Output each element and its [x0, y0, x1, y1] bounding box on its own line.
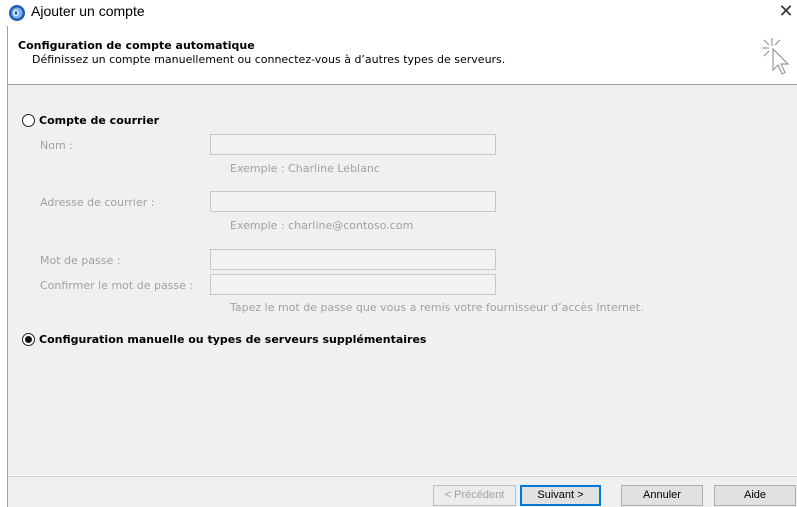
- password-hint: Tapez le mot de passe que vous a remis v…: [230, 301, 644, 314]
- email-hint: Exemple : charline@contoso.com: [230, 219, 414, 232]
- header-subtitle: Définissez un compte manuellement ou con…: [32, 53, 506, 66]
- confirm-password-input[interactable]: [210, 274, 496, 295]
- next-button[interactable]: Suivant >: [520, 485, 601, 506]
- confirm-password-label: Confirmer le mot de passe :: [40, 279, 194, 292]
- name-label: Nom :: [40, 139, 73, 152]
- email-account-radio[interactable]: [22, 114, 35, 127]
- outlook-app-icon: [9, 5, 25, 21]
- email-label: Adresse de courrier :: [40, 196, 155, 209]
- header-title: Configuration de compte automatique: [18, 39, 255, 52]
- password-label: Mot de passe :: [40, 254, 121, 267]
- name-input[interactable]: [210, 134, 496, 155]
- email-input[interactable]: [210, 191, 496, 212]
- name-hint: Exemple : Charline Leblanc: [230, 162, 380, 175]
- back-button[interactable]: < Précédent: [433, 485, 516, 506]
- manual-config-radio[interactable]: [22, 333, 35, 346]
- help-button[interactable]: Aide: [714, 485, 796, 506]
- wizard-cursor-icon: [762, 38, 790, 75]
- password-input[interactable]: [210, 249, 496, 270]
- email-account-radio-label[interactable]: Compte de courrier: [39, 114, 159, 127]
- close-button[interactable]: ✕: [776, 1, 796, 23]
- manual-config-radio-label[interactable]: Configuration manuelle ou types de serve…: [39, 333, 426, 346]
- title-bar: Ajouter un compte ✕: [0, 0, 797, 26]
- cancel-button[interactable]: Annuler: [621, 485, 703, 506]
- window-title: Ajouter un compte: [31, 3, 145, 19]
